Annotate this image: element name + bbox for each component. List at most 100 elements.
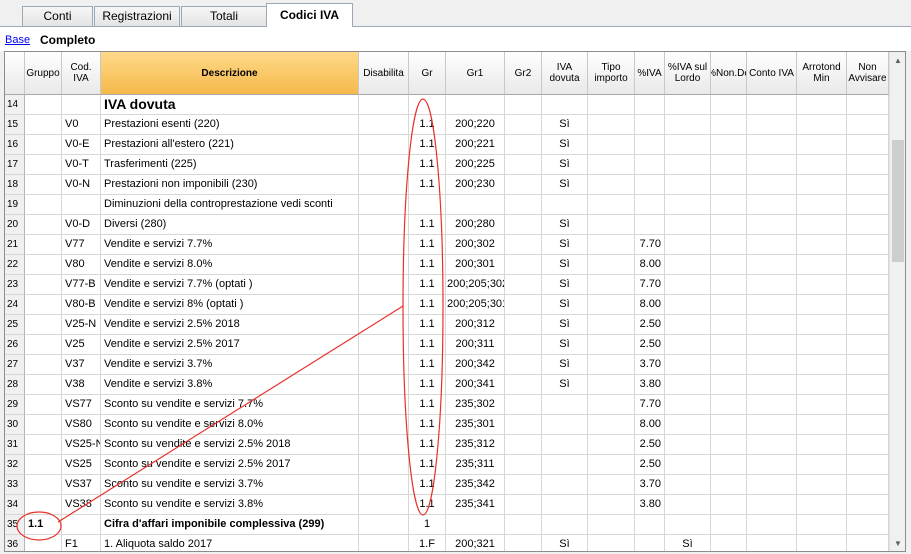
cell-ivadovuta[interactable]	[542, 195, 588, 215]
cell-contoiva[interactable]	[747, 495, 797, 515]
cell-tipo[interactable]	[588, 135, 635, 155]
cell-cod[interactable]: V37	[62, 355, 101, 375]
row-number[interactable]: 26	[5, 335, 25, 355]
cell-arrotond[interactable]	[797, 335, 847, 355]
cell-tipo[interactable]	[588, 455, 635, 475]
cell-tipo[interactable]	[588, 255, 635, 275]
cell-pivalordo[interactable]	[665, 295, 711, 315]
cell-contoiva[interactable]	[747, 415, 797, 435]
cell-gr2[interactable]	[505, 215, 542, 235]
cell-ivadovuta[interactable]: Sì	[542, 315, 588, 335]
cell-nonavvisare[interactable]	[847, 275, 889, 295]
cell-disabilita[interactable]	[359, 95, 409, 115]
cell-cod[interactable]: V0-T	[62, 155, 101, 175]
cell-disabilita[interactable]	[359, 495, 409, 515]
cell-tipo[interactable]	[588, 235, 635, 255]
cell-contoiva[interactable]	[747, 175, 797, 195]
cell-nonde[interactable]	[711, 95, 747, 115]
cell-gr[interactable]: 1.1	[409, 175, 446, 195]
cell-pivalordo[interactable]	[665, 335, 711, 355]
cell-gr1[interactable]: 235;302	[446, 395, 505, 415]
cell-tipo[interactable]	[588, 355, 635, 375]
row-number[interactable]: 23	[5, 275, 25, 295]
cell-gr2[interactable]	[505, 475, 542, 495]
cell-cod[interactable]: F1	[62, 535, 101, 551]
cell-nonavvisare[interactable]	[847, 95, 889, 115]
cell-disabilita[interactable]	[359, 455, 409, 475]
cell-arrotond[interactable]	[797, 115, 847, 135]
cell-ivadovuta[interactable]: Sì	[542, 535, 588, 551]
cell-cod[interactable]: VS38	[62, 495, 101, 515]
cell-disabilita[interactable]	[359, 315, 409, 335]
cell-piva[interactable]: 2.50	[635, 335, 665, 355]
row-number[interactable]: 35	[5, 515, 25, 535]
cell-gr1[interactable]: 200;230	[446, 175, 505, 195]
cell-nonde[interactable]	[711, 375, 747, 395]
cell-tipo[interactable]	[588, 395, 635, 415]
cell-nonavvisare[interactable]	[847, 115, 889, 135]
cell-arrotond[interactable]	[797, 475, 847, 495]
cell-disabilita[interactable]	[359, 435, 409, 455]
cell-gruppo[interactable]	[25, 115, 62, 135]
scroll-down-icon[interactable]: ▼	[890, 535, 905, 551]
cell-nonavvisare[interactable]	[847, 395, 889, 415]
cell-disabilita[interactable]	[359, 415, 409, 435]
cell-tipo[interactable]	[588, 155, 635, 175]
cell-nonde[interactable]	[711, 295, 747, 315]
cell-arrotond[interactable]	[797, 255, 847, 275]
cell-gr[interactable]: 1.1	[409, 395, 446, 415]
cell-piva[interactable]: 2.50	[635, 435, 665, 455]
column-header-tipo[interactable]: Tipo importo	[588, 52, 635, 95]
row-number[interactable]: 20	[5, 215, 25, 235]
cell-nonavvisare[interactable]	[847, 455, 889, 475]
cell-cod[interactable]: V80-B	[62, 295, 101, 315]
cell-cod[interactable]: V0-D	[62, 215, 101, 235]
cell-contoiva[interactable]	[747, 335, 797, 355]
cell-gruppo[interactable]	[25, 235, 62, 255]
cell-arrotond[interactable]	[797, 215, 847, 235]
cell-cod[interactable]: VS25	[62, 455, 101, 475]
cell-piva[interactable]: 7.70	[635, 235, 665, 255]
cell-contoiva[interactable]	[747, 95, 797, 115]
cell-pivalordo[interactable]	[665, 375, 711, 395]
cell-arrotond[interactable]	[797, 435, 847, 455]
cell-cod[interactable]: V80	[62, 255, 101, 275]
cell-gr2[interactable]	[505, 535, 542, 551]
cell-cod[interactable]: V77	[62, 235, 101, 255]
cell-arrotond[interactable]	[797, 375, 847, 395]
cell-nonavvisare[interactable]	[847, 135, 889, 155]
cell-gr[interactable]: 1.1	[409, 415, 446, 435]
cell-cod[interactable]: VS37	[62, 475, 101, 495]
cell-tipo[interactable]	[588, 335, 635, 355]
cell-gruppo[interactable]	[25, 95, 62, 115]
column-header-arrotond[interactable]: Arrotond Min	[797, 52, 847, 95]
cell-nonavvisare[interactable]	[847, 335, 889, 355]
cell-pivalordo[interactable]	[665, 175, 711, 195]
cell-ivadovuta[interactable]: Sì	[542, 235, 588, 255]
cell-tipo[interactable]	[588, 195, 635, 215]
cell-piva[interactable]: 8.00	[635, 255, 665, 275]
cell-ivadovuta[interactable]: Sì	[542, 115, 588, 135]
cell-gr[interactable]: 1.1	[409, 135, 446, 155]
cell-disabilita[interactable]	[359, 375, 409, 395]
cell-piva[interactable]	[635, 155, 665, 175]
cell-pivalordo[interactable]	[665, 135, 711, 155]
cell-gruppo[interactable]	[25, 295, 62, 315]
cell-cod[interactable]	[62, 95, 101, 115]
row-number[interactable]: 22	[5, 255, 25, 275]
cell-cod[interactable]: V0-N	[62, 175, 101, 195]
cell-cod[interactable]: V25-N	[62, 315, 101, 335]
cell-nonde[interactable]	[711, 535, 747, 551]
cell-gr[interactable]: 1.1	[409, 335, 446, 355]
cell-contoiva[interactable]	[747, 155, 797, 175]
cell-nonde[interactable]	[711, 335, 747, 355]
cell-ivadovuta[interactable]	[542, 95, 588, 115]
cell-gr2[interactable]	[505, 355, 542, 375]
cell-desc[interactable]: Prestazioni all'estero (221)	[101, 135, 359, 155]
cell-ivadovuta[interactable]	[542, 415, 588, 435]
cell-gr1[interactable]: 200;341	[446, 375, 505, 395]
cell-nonde[interactable]	[711, 495, 747, 515]
cell-nonde[interactable]	[711, 175, 747, 195]
cell-gr2[interactable]	[505, 435, 542, 455]
cell-gruppo[interactable]	[25, 195, 62, 215]
